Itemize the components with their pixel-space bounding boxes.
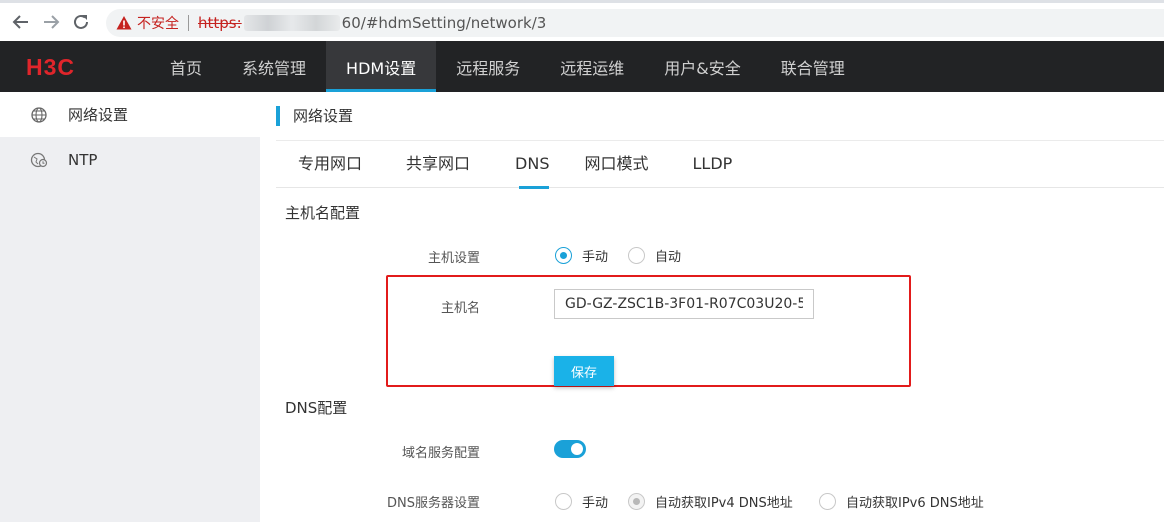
menu-item-remote-service[interactable]: 远程服务 (436, 41, 540, 92)
dns-config-title: DNS配置 (285, 399, 348, 417)
sidebar-item-label: 网络设置 (68, 106, 129, 124)
dns-manual-radio[interactable]: 手动 (555, 492, 608, 511)
tab-lldp[interactable]: LLDP (671, 146, 755, 188)
tab-dns[interactable]: DNS (492, 146, 571, 189)
host-setting-label: 主机设置 (427, 251, 480, 266)
sidebar-item-ntp[interactable]: NTP (0, 137, 260, 182)
host-setting-auto-radio[interactable]: 自动 (628, 246, 681, 265)
dns-server-label: DNS服务器设置 (387, 496, 480, 511)
address-divider (188, 15, 189, 31)
back-button[interactable] (10, 11, 32, 33)
radio-label: 自动获取IPv6 DNS地址 (846, 496, 984, 511)
menu-item-system[interactable]: 系统管理 (222, 41, 326, 92)
title-divider (276, 140, 1164, 141)
reload-icon (74, 14, 88, 29)
radio-unchecked-icon (555, 493, 572, 510)
radio-label: 手动 (582, 496, 609, 511)
sidebar-item-label: NTP (68, 150, 98, 169)
hostname-config-title: 主机名配置 (285, 204, 361, 222)
reload-button[interactable] (70, 11, 92, 33)
arrow-right-icon (44, 15, 60, 29)
svg-text:H3C: H3C (26, 56, 75, 78)
network-tabs: 专用网口 共享网口 DNS 网口模式 LLDP (276, 146, 1164, 189)
domain-service-label: 域名服务配置 (401, 446, 480, 461)
top-navigation: H3C 首页 系统管理 HDM设置 远程服务 远程运维 用户&安全 联合管理 (0, 41, 1164, 92)
radio-label: 手动 (582, 250, 609, 265)
forward-button[interactable] (40, 11, 62, 33)
menu-item-hdm-settings[interactable]: HDM设置 (326, 41, 437, 92)
url-scheme: https: (198, 14, 242, 32)
address-bar[interactable]: 不安全 https: 60/#hdmSetting/network/3 (106, 9, 1164, 37)
security-indicator[interactable]: 不安全 (116, 13, 179, 33)
page-title: 网络设置 (276, 106, 353, 126)
menu-item-remote-ops[interactable]: 远程运维 (540, 41, 644, 92)
h3c-logo: H3C (26, 56, 75, 78)
host-setting-manual-radio[interactable]: 手动 (555, 246, 608, 265)
menu-item-user-security[interactable]: 用户&安全 (644, 41, 760, 92)
radio-unchecked-icon (628, 247, 645, 264)
menu-item-home[interactable]: 首页 (150, 41, 222, 92)
hostname-label: 主机名 (440, 301, 480, 316)
domain-service-toggle[interactable] (554, 440, 586, 458)
main-menu: 首页 系统管理 HDM设置 远程服务 远程运维 用户&安全 联合管理 (150, 41, 865, 92)
clock-globe-icon (30, 152, 48, 167)
radio-checked-disabled-icon (628, 493, 645, 510)
dns-ipv6-radio[interactable]: 自动获取IPv6 DNS地址 (819, 492, 984, 511)
radio-checked-icon (555, 247, 572, 264)
radio-label: 自动获取IPv4 DNS地址 (655, 496, 793, 511)
main-content: 网络设置 专用网口 共享网口 DNS 网口模式 LLDP 主机名配置 主机设置 … (276, 92, 1164, 522)
tab-shared-port[interactable]: 共享网口 (384, 146, 492, 188)
save-button[interactable]: 保存 (554, 356, 614, 386)
sidebar: 网络设置 NTP (0, 92, 260, 522)
redacted-host (243, 15, 340, 31)
warning-icon (116, 16, 132, 30)
security-label: 不安全 (137, 16, 179, 32)
tab-dedicated-port[interactable]: 专用网口 (276, 146, 384, 188)
radio-label: 自动 (655, 250, 682, 265)
globe-icon (31, 106, 47, 123)
menu-item-federation[interactable]: 联合管理 (761, 41, 865, 92)
arrow-left-icon (12, 15, 28, 29)
sidebar-item-network[interactable]: 网络设置 (0, 92, 260, 137)
hostname-input[interactable] (554, 289, 814, 319)
tab-port-mode[interactable]: 网口模式 (571, 146, 670, 188)
browser-toolbar: 不安全 https: 60/#hdmSetting/network/3 (0, 0, 1164, 41)
dns-ipv4-radio[interactable]: 自动获取IPv4 DNS地址 (628, 492, 793, 511)
radio-unchecked-icon (819, 493, 836, 510)
url-path: 60/#hdmSetting/network/3 (341, 14, 547, 32)
